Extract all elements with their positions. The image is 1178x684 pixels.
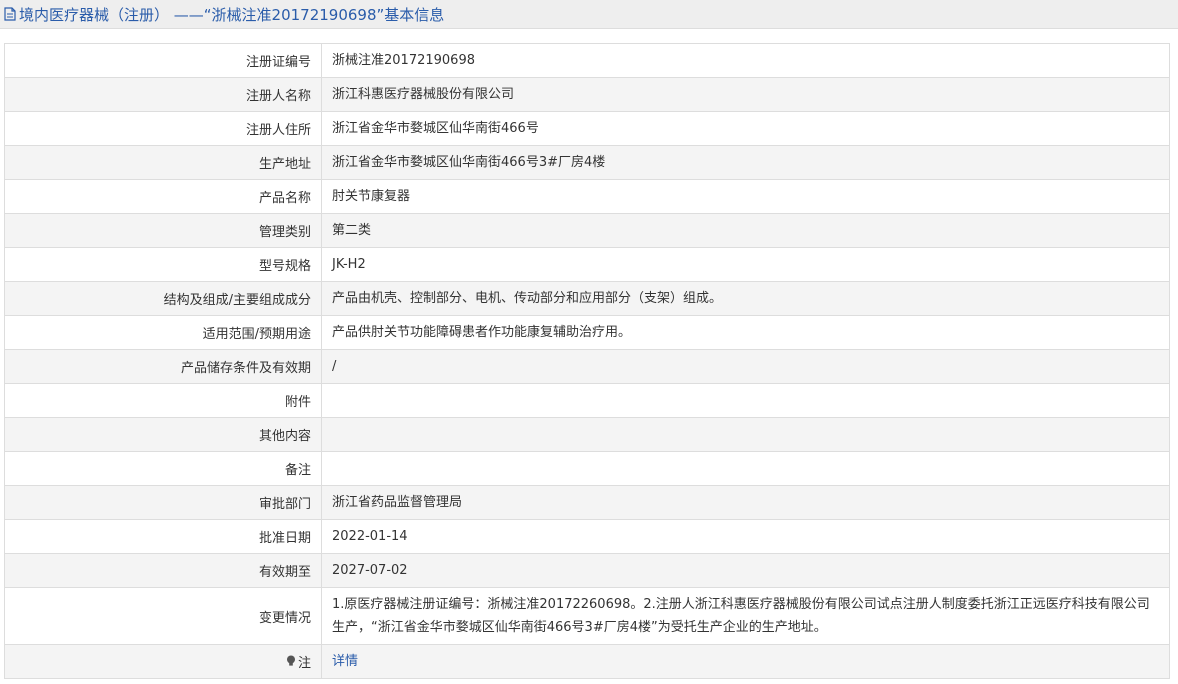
- table-row: 审批部门 浙江省药品监督管理局: [4, 485, 1170, 520]
- table-row: 型号规格 JK-H2: [4, 247, 1170, 282]
- page-title: 境内医疗器械（注册） ——“浙械注准20172190698”基本信息: [19, 5, 445, 24]
- row-label: 其他内容: [4, 417, 322, 452]
- row-value: [321, 383, 1170, 418]
- note-value-cell: 详情: [321, 644, 1170, 679]
- note-label-cell: 注: [4, 644, 322, 679]
- row-label: 适用范围/预期用途: [4, 315, 322, 350]
- row-value: 浙江省金华市婺城区仙华南街466号: [321, 111, 1170, 146]
- row-value: 第二类: [321, 213, 1170, 248]
- row-label: 产品名称: [4, 179, 322, 214]
- info-table: 注册证编号 浙械注准20172190698 注册人名称 浙江科惠医疗器械股份有限…: [4, 43, 1170, 679]
- row-value: 产品供肘关节功能障碍患者作功能康复辅助治疗用。: [321, 315, 1170, 350]
- row-value: 浙江科惠医疗器械股份有限公司: [321, 77, 1170, 112]
- table-row: 有效期至 2027-07-02: [4, 553, 1170, 588]
- row-label: 管理类别: [4, 213, 322, 248]
- page-header: 境内医疗器械（注册） ——“浙械注准20172190698”基本信息: [0, 0, 1178, 29]
- table-row: 生产地址 浙江省金华市婺城区仙华南街466号3#厂房4楼: [4, 145, 1170, 180]
- row-value: 2022-01-14: [321, 519, 1170, 554]
- row-label: 批准日期: [4, 519, 322, 554]
- table-row: 其他内容: [4, 417, 1170, 452]
- row-value: 浙江省金华市婺城区仙华南街466号3#厂房4楼: [321, 145, 1170, 180]
- row-label: 生产地址: [4, 145, 322, 180]
- table-row: 注册证编号 浙械注准20172190698: [4, 43, 1170, 78]
- table-row: 批准日期 2022-01-14: [4, 519, 1170, 554]
- row-value: /: [321, 349, 1170, 384]
- row-label: 注册人名称: [4, 77, 322, 112]
- table-row: 注册人住所 浙江省金华市婺城区仙华南街466号: [4, 111, 1170, 146]
- row-value: 2027-07-02: [321, 553, 1170, 588]
- note-row: 注 详情: [4, 644, 1170, 679]
- row-label: 附件: [4, 383, 322, 418]
- note-label-wrap: 注: [286, 652, 311, 671]
- row-value: [321, 417, 1170, 452]
- table-row: 产品名称 肘关节康复器: [4, 179, 1170, 214]
- table-row: 管理类别 第二类: [4, 213, 1170, 248]
- row-label: 有效期至: [4, 553, 322, 588]
- lightbulb-icon: [286, 655, 295, 666]
- row-label: 注册证编号: [4, 43, 322, 78]
- row-value: 浙江省药品监督管理局: [321, 485, 1170, 520]
- row-value: 1.原医疗器械注册证编号：浙械注准20172260698。2.注册人浙江科惠医疗…: [321, 587, 1170, 645]
- row-label: 型号规格: [4, 247, 322, 282]
- details-link[interactable]: 详情: [332, 654, 358, 669]
- table-row: 适用范围/预期用途 产品供肘关节功能障碍患者作功能康复辅助治疗用。: [4, 315, 1170, 350]
- row-value: 肘关节康复器: [321, 179, 1170, 214]
- table-row: 产品储存条件及有效期 /: [4, 349, 1170, 384]
- row-value: 产品由机壳、控制部分、电机、传动部分和应用部分（支架）组成。: [321, 281, 1170, 316]
- row-label: 结构及组成/主要组成成分: [4, 281, 322, 316]
- document-icon: [4, 7, 16, 21]
- row-value: 浙械注准20172190698: [321, 43, 1170, 78]
- row-label: 审批部门: [4, 485, 322, 520]
- row-label: 注册人住所: [4, 111, 322, 146]
- row-value: [321, 451, 1170, 486]
- table-row: 备注: [4, 451, 1170, 486]
- table-row: 注册人名称 浙江科惠医疗器械股份有限公司: [4, 77, 1170, 112]
- table-row: 变更情况 1.原医疗器械注册证编号：浙械注准20172260698。2.注册人浙…: [4, 587, 1170, 645]
- row-label: 产品储存条件及有效期: [4, 349, 322, 384]
- row-value: JK-H2: [321, 247, 1170, 282]
- table-row: 结构及组成/主要组成成分 产品由机壳、控制部分、电机、传动部分和应用部分（支架）…: [4, 281, 1170, 316]
- note-label: 注: [297, 655, 311, 671]
- row-label: 备注: [4, 451, 322, 486]
- row-label: 变更情况: [4, 587, 322, 645]
- table-row: 附件: [4, 383, 1170, 418]
